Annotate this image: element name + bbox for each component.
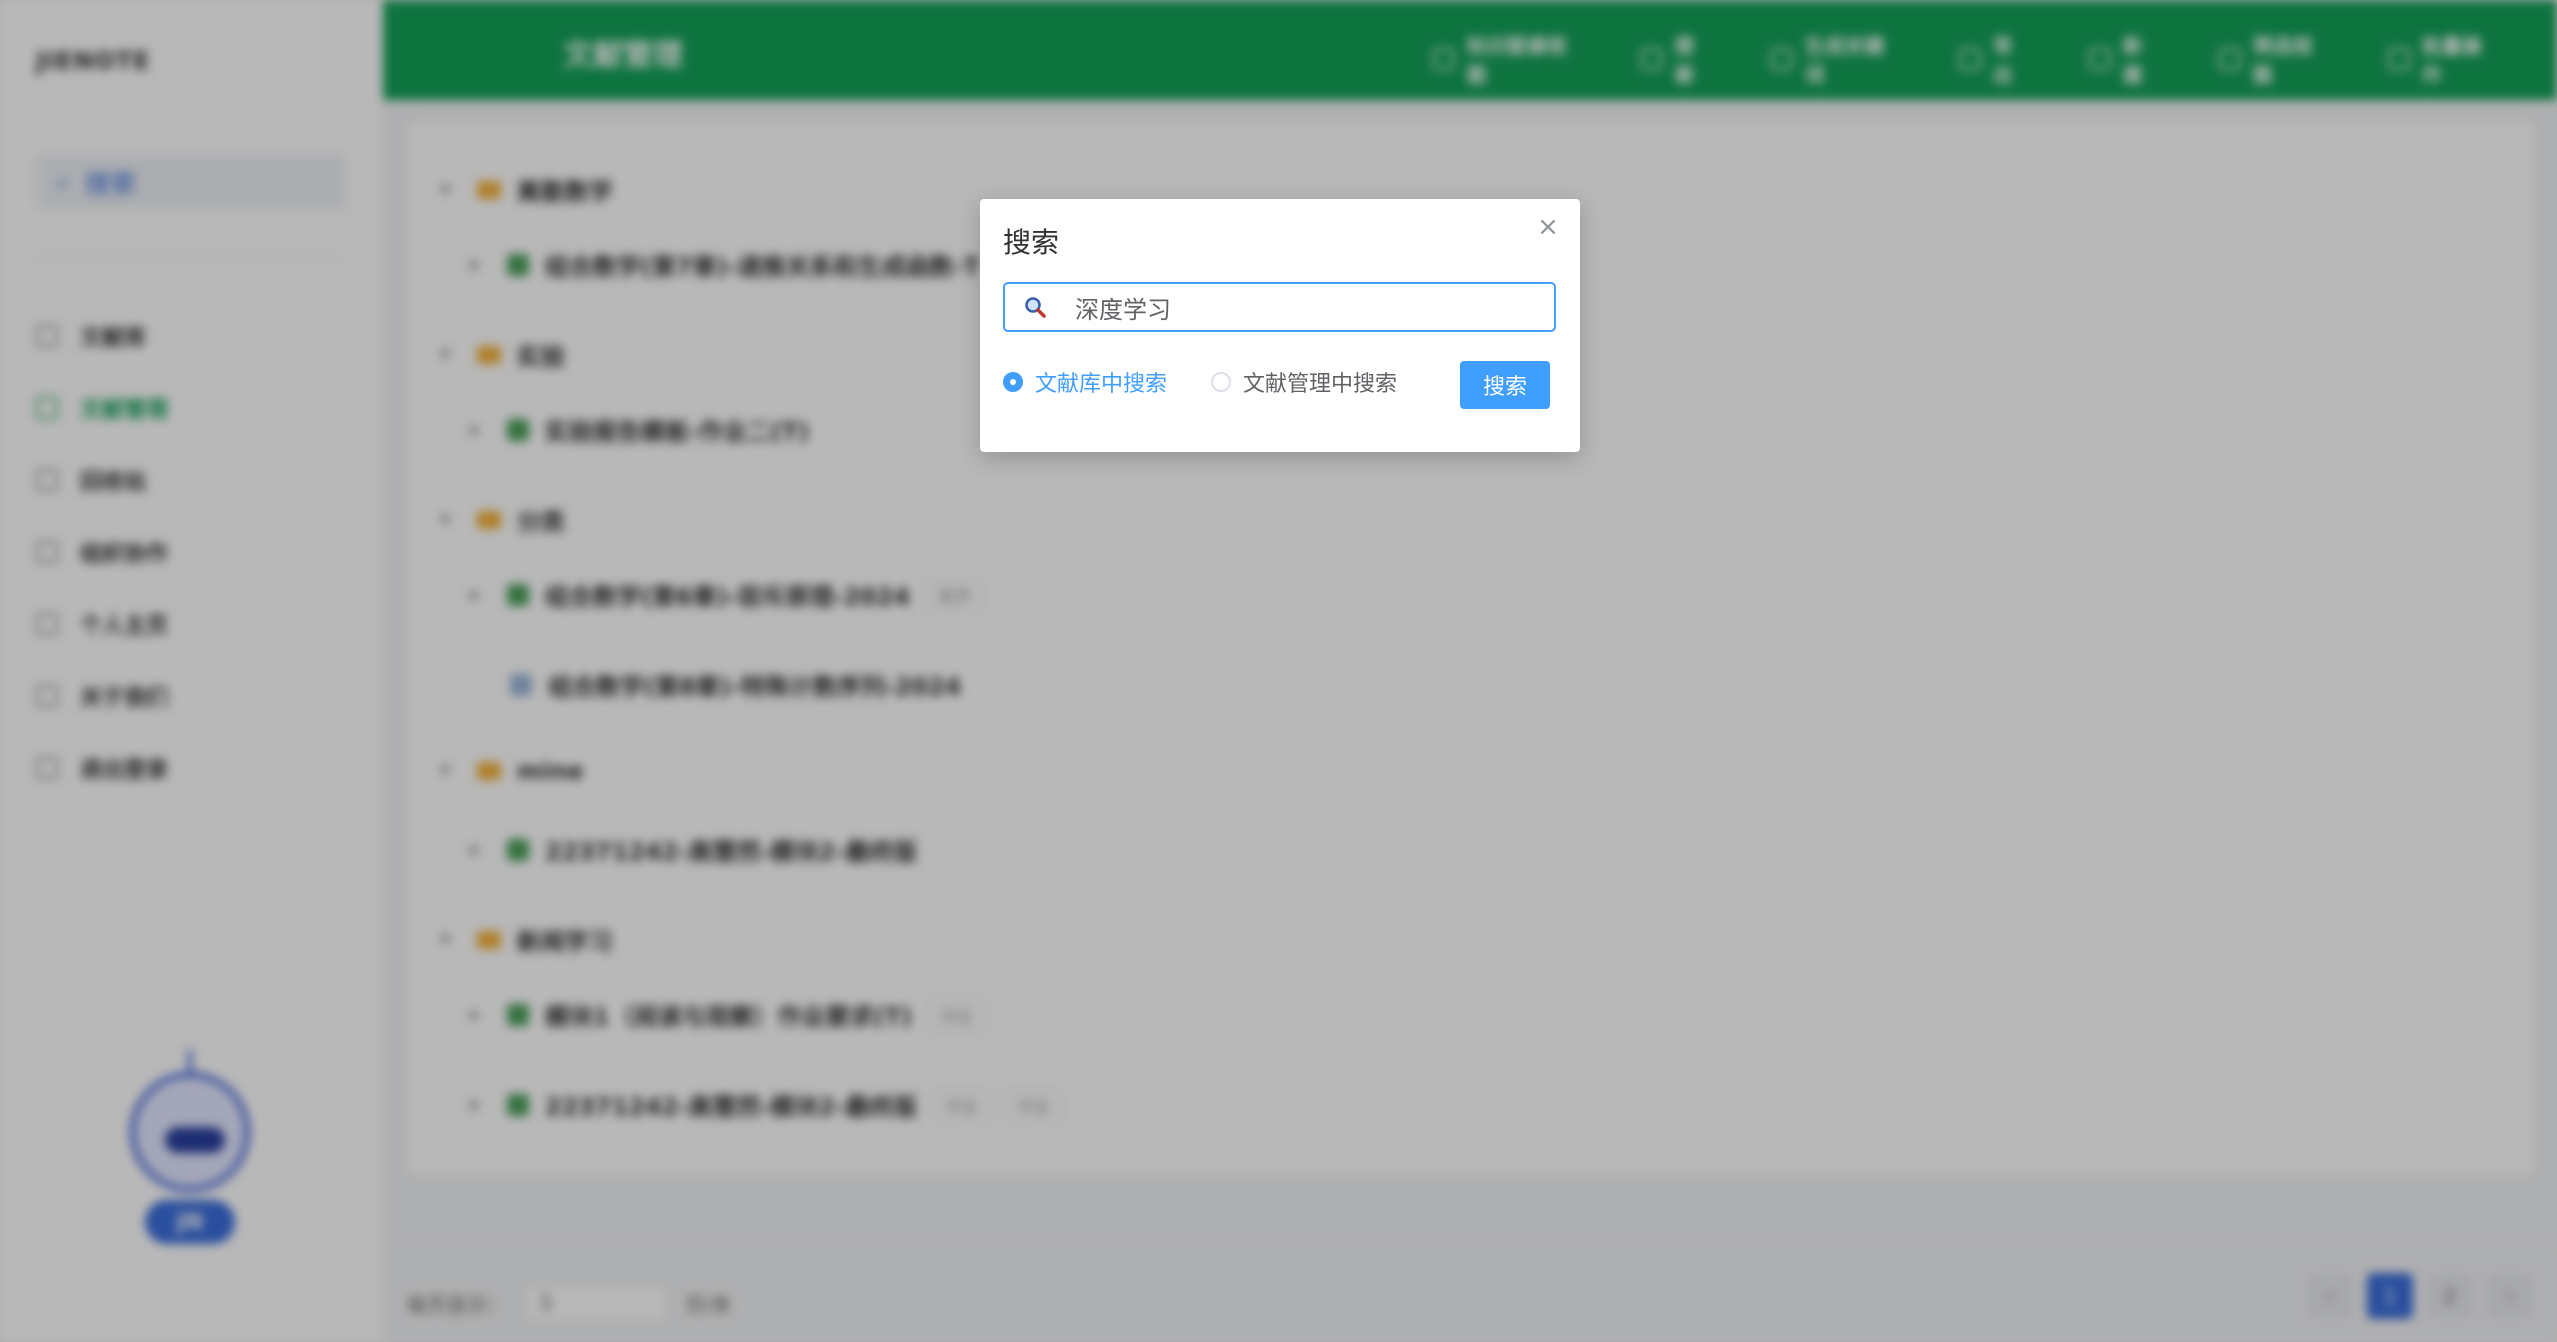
search-input[interactable] [1073, 292, 1537, 322]
radio-unselected-icon [1211, 372, 1232, 392]
radio-label: 文献库中搜索 [1035, 372, 1168, 397]
search-input-wrapper [1003, 282, 1556, 332]
radio-label: 文献管理中搜索 [1243, 372, 1398, 397]
close-icon[interactable]: × [1534, 213, 1562, 241]
search-dialog: 搜索 × 文献库中搜索 文献管理中搜索 搜索 [980, 199, 1580, 452]
search-icon [1023, 295, 1061, 319]
search-scope-radio-group: 文献库中搜索 文献管理中搜索 [1003, 366, 1441, 398]
radio-search-in-library[interactable]: 文献库中搜索 [1003, 366, 1167, 398]
radio-search-in-management[interactable]: 文献管理中搜索 [1211, 366, 1397, 398]
radio-selected-icon [1003, 372, 1023, 392]
dialog-title: 搜索 [1003, 226, 1060, 259]
search-button[interactable]: 搜索 [1460, 361, 1550, 409]
